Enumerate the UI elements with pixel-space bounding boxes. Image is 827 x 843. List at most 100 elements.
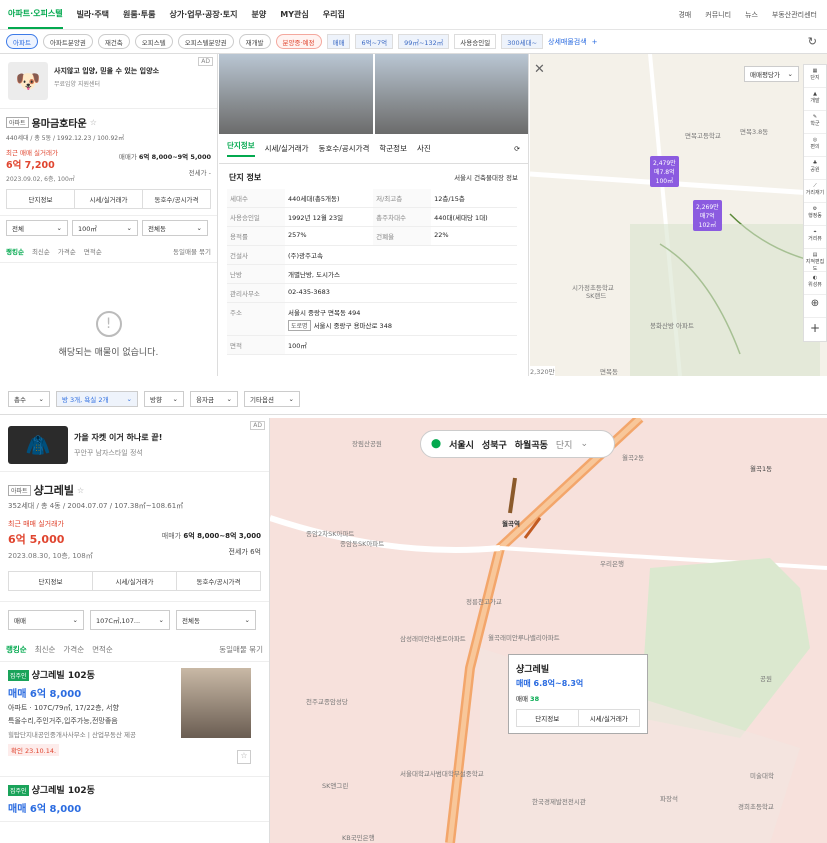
share-icon[interactable]: ⟳: [514, 145, 520, 153]
info-button[interactable]: 단지정보: [7, 190, 75, 208]
map-price-select[interactable]: 매매평당가 ⌄: [744, 66, 799, 82]
tab-school[interactable]: 학군정보: [379, 143, 407, 154]
toolbar-district[interactable]: ⚙ 행정동: [804, 203, 826, 226]
map-label: 종암동SK아파트: [340, 540, 385, 548]
select-area[interactable]: 99㎡~132㎡: [398, 34, 450, 49]
refresh-icon[interactable]: ↻: [808, 35, 817, 48]
nav-oneroom[interactable]: 원룸·투룸: [123, 9, 155, 20]
owner-badge: 집주인: [8, 785, 29, 796]
sort-area[interactable]: 면적순: [92, 644, 113, 655]
trade-dropdown[interactable]: 전체 ⌄: [6, 220, 68, 236]
toolbar-convenience[interactable]: ◎ 편의: [804, 134, 826, 157]
ad-banner-1[interactable]: 🐶 사지않고 입양, 믿을 수 있는 입양소 무료입양 지원센터 AD: [0, 54, 217, 109]
loc-dong[interactable]: 하월곡동: [515, 438, 548, 451]
same-listing-toggle[interactable]: 동일매물 묶기: [219, 644, 263, 655]
nav-news[interactable]: 뉴스: [745, 10, 758, 20]
sort-latest[interactable]: 최신순: [32, 246, 50, 256]
tab-unit[interactable]: 동호수/공시가격: [319, 143, 370, 154]
map-label: 삼성래미안라센트아파트: [400, 635, 466, 643]
toolbar-measure[interactable]: ⟋ 거리재기: [804, 180, 826, 203]
chip-apt[interactable]: 아파트: [6, 34, 38, 49]
map-top[interactable]: ✕ 2,479만 매7.8억 100㎡ 2,269만 매7억 102㎡ 면목3.8동 면…: [530, 54, 827, 376]
nav-apt[interactable]: 아파트·오피스텔: [8, 0, 63, 29]
chip-apt-presale[interactable]: 아파트분양권: [42, 34, 93, 49]
select-approval[interactable]: 사용승인일: [454, 34, 497, 49]
dong-dropdown[interactable]: 전체동 ⌄: [142, 220, 208, 236]
location-bar[interactable]: ⬤ 서울시 성북구 하월곡동 단지 ⌄: [420, 430, 615, 458]
direction-dropdown[interactable]: 방향 ⌄: [144, 390, 184, 407]
tab-info[interactable]: 단지정보: [227, 140, 255, 157]
sort-ranking[interactable]: 랭킹순: [6, 246, 24, 256]
nav-community[interactable]: 커뮤니티: [705, 10, 731, 20]
ad-banner-2[interactable]: 🧥 가을 자켓 이거 하나로 끝! 꾸안꾸 남자스타일 정석 AD: [0, 418, 269, 472]
select-households[interactable]: 300세대~: [501, 34, 544, 49]
chip-redevelop[interactable]: 재개발: [238, 34, 271, 49]
options-dropdown[interactable]: 기타옵션 ⌄: [244, 390, 300, 407]
photo-strip[interactable]: [219, 54, 528, 134]
toolbar-complex[interactable]: ▦ 단지: [804, 65, 826, 88]
price-button[interactable]: 시세/실거래가: [75, 190, 143, 208]
price-marker-2[interactable]: 2,269만 매7억 102㎡: [693, 200, 722, 231]
toolbar-streetview[interactable]: ⌖ 거리뷰: [804, 226, 826, 249]
toolbar-park[interactable]: ♣ 공원: [804, 157, 826, 180]
toolbar-cadastral[interactable]: ▤ 지적편집도: [804, 249, 826, 272]
close-icon[interactable]: ✕: [534, 62, 545, 77]
area-dropdown[interactable]: 107C㎡,107... ⌄: [90, 610, 170, 630]
nav-myhome[interactable]: 우리집: [323, 9, 345, 20]
sort-ranking[interactable]: 랭킹순: [6, 644, 27, 655]
complex-popup[interactable]: 샹그레빌 매매 6.8억~8.3억 매매 38 단지정보 시세/실거래가: [508, 654, 648, 734]
star-icon[interactable]: ☆: [90, 118, 97, 127]
dong-dropdown[interactable]: 전체동 ⌄: [176, 610, 256, 630]
chip-officetel[interactable]: 오피스텔: [134, 34, 173, 49]
select-price[interactable]: 6억~7억: [355, 34, 394, 49]
zoom-in-icon[interactable]: +: [804, 318, 826, 341]
star-icon[interactable]: ☆: [237, 750, 251, 764]
list-item[interactable]: 집주인 샹그레빌 102동 매매 6억 8,000: [0, 777, 269, 822]
building-register-link[interactable]: 서울시 건축물대장 정보: [454, 172, 518, 183]
nav-commercial[interactable]: 상가·업무·공장·토지: [170, 9, 238, 20]
toolbar-satellite[interactable]: ◐ 위성뷰: [804, 272, 826, 295]
locate-icon[interactable]: ⊕: [804, 295, 826, 318]
sort-latest[interactable]: 최신순: [35, 644, 56, 655]
floor-dropdown[interactable]: 총수 ⌄: [8, 390, 50, 407]
list-item[interactable]: 집주인 샹그레빌 102동 매매 6억 8,000 아파트 · 107C/79㎡,…: [0, 662, 269, 777]
tab-photo[interactable]: 사진: [417, 143, 431, 154]
loan-dropdown[interactable]: 융자금 ⌄: [190, 390, 238, 407]
unit-button[interactable]: 동호수/공시가격: [143, 190, 210, 208]
room-dropdown[interactable]: 방 3개, 욕실 2개 ⌄: [56, 390, 138, 407]
chip-rebuild[interactable]: 재건축: [97, 34, 130, 49]
loc-city[interactable]: 서울시: [449, 438, 474, 451]
area-dropdown[interactable]: 100㎡ ⌄: [72, 220, 138, 236]
map-bottom[interactable]: ⬤ 서울시 성북구 하월곡동 단지 ⌄ 월곡역 월곡2동 종암2차SK아파트 종…: [270, 418, 827, 843]
star-icon[interactable]: ☆: [77, 486, 84, 495]
sort-area[interactable]: 면적순: [84, 246, 102, 256]
chip-presale-upcoming[interactable]: 분양중·예정: [275, 34, 322, 49]
sort-price[interactable]: 가격순: [58, 246, 76, 256]
popup-info-button[interactable]: 단지정보: [517, 710, 579, 726]
chip-officetel-presale[interactable]: 오피스텔분양권: [177, 34, 234, 49]
same-listing-toggle[interactable]: 동일매물 묶기: [173, 246, 211, 256]
unit-button[interactable]: 동호수/공시가격: [177, 572, 260, 590]
toolbar-develop[interactable]: ▲ 개발: [804, 88, 826, 111]
price-button[interactable]: 시세/실거래가: [93, 572, 177, 590]
loc-gu[interactable]: 성북구: [482, 438, 507, 451]
sort-price[interactable]: 가격순: [63, 644, 84, 655]
tab-price[interactable]: 시세/실거래가: [265, 143, 309, 154]
nav-auction[interactable]: 경매: [678, 10, 691, 20]
trade-dropdown[interactable]: 매매 ⌄: [8, 610, 84, 630]
price-marker-1[interactable]: 2,479만 매7.8억 100㎡: [650, 156, 679, 187]
room-photo[interactable]: [181, 668, 251, 738]
nav-my[interactable]: MY관심: [280, 9, 308, 20]
select-trade[interactable]: 매매: [326, 34, 351, 49]
nav-center[interactable]: 부동산관리센터: [772, 10, 817, 20]
toolbar-school[interactable]: ✎ 학군: [804, 111, 826, 134]
complex-buttons: 단지정보 시세/실거래가 동호수/공시가격: [8, 571, 261, 591]
ad-sub: 꾸안꾸 남자스타일 정석: [74, 449, 143, 457]
loc-complex[interactable]: 단지: [556, 438, 573, 451]
detail-search-link[interactable]: 상세매물검색: [548, 37, 587, 47]
nav-villa[interactable]: 빌라·주택: [77, 9, 109, 20]
nav-presale[interactable]: 분양: [252, 9, 267, 20]
popup-price-button[interactable]: 시세/실거래가: [579, 710, 640, 726]
add-icon[interactable]: +: [592, 38, 598, 46]
info-button[interactable]: 단지정보: [9, 572, 93, 590]
